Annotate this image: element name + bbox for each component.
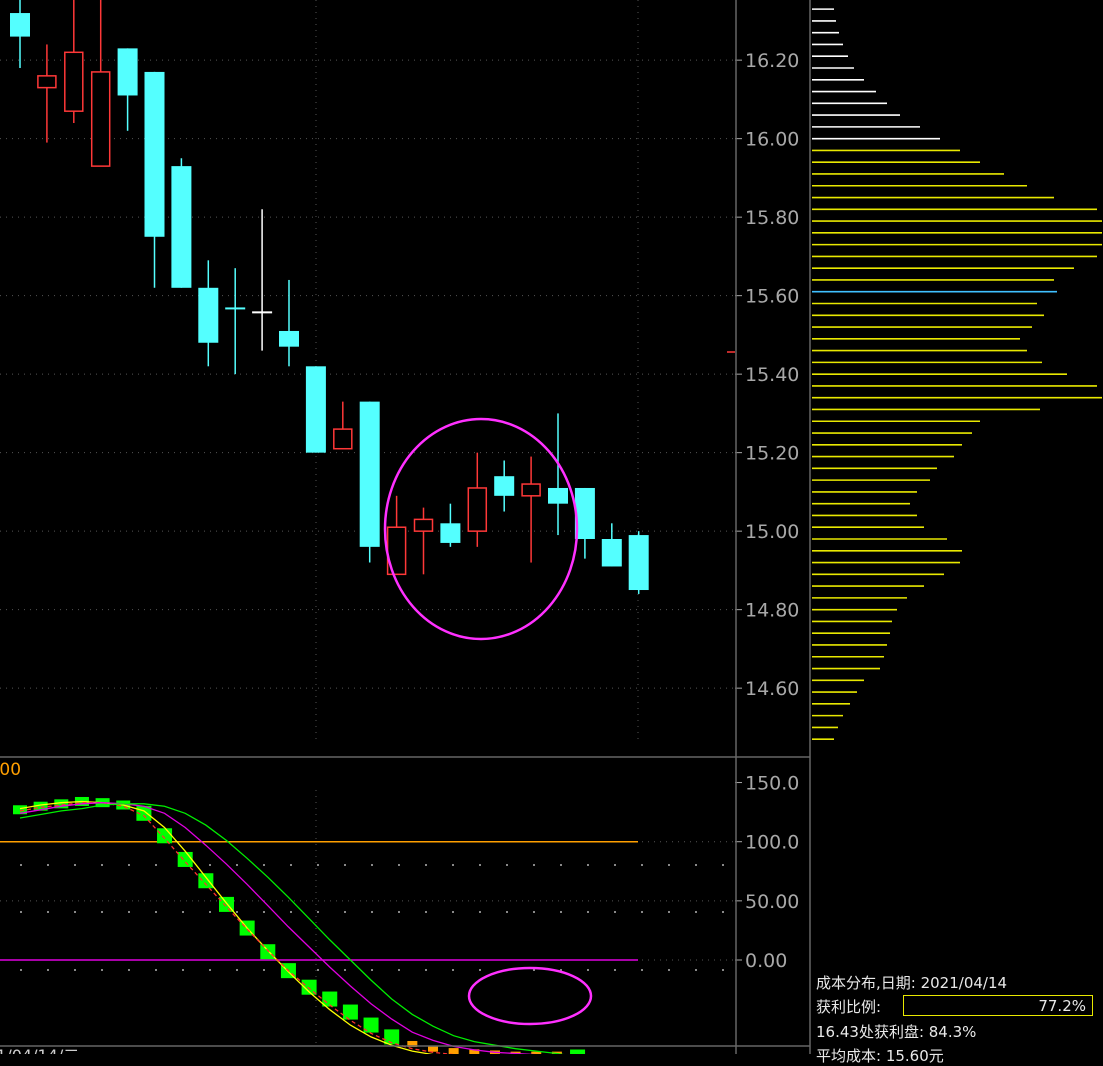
candle: [144, 71, 165, 288]
candle-body: [359, 401, 380, 547]
stock-chart-canvas: 16.20 16.00 15.80 15.60 15.40 15.20 15.00 14.80…: [0, 0, 1102, 1054]
indicator-histogram-bar: [198, 873, 214, 889]
candle: [252, 209, 273, 351]
candle: [359, 401, 380, 563]
annotation-circles: [383, 417, 593, 1026]
price-tick-label: 14.60: [745, 678, 799, 700]
candle: [467, 452, 488, 547]
indicator-series: [13, 796, 586, 1054]
bottom-date-label: 21/04/14/二: [0, 1046, 79, 1054]
profit-ratio-value: 77.2%: [1038, 997, 1086, 1015]
candle-body: [494, 476, 515, 496]
indicator-tick-label: 150.0: [745, 773, 799, 795]
candle: [10, 0, 30, 68]
candle: [628, 531, 649, 594]
price-tick-label: 15.00: [745, 521, 799, 543]
candle: [305, 366, 326, 453]
indicator-tick-label: 0.00: [745, 950, 787, 972]
candle-body: [252, 311, 273, 314]
price-tick-label: 16.20: [745, 50, 799, 72]
candle-body: [171, 166, 192, 288]
candle: [521, 456, 541, 563]
average-cost-text: 平均成本: 15.60元: [816, 1047, 944, 1065]
candle: [333, 401, 353, 450]
indicator-corner-value: .00: [0, 760, 21, 780]
candle-body: [601, 539, 622, 567]
candle: [64, 0, 84, 123]
candle-body: [90, 71, 111, 167]
highlight-circle-indicator: [467, 966, 593, 1026]
indicator-histogram-bar: [177, 851, 193, 867]
candle: [37, 44, 57, 143]
candle-body: [225, 307, 246, 310]
indicator-histogram-bar: [157, 828, 173, 844]
candle-body: [305, 366, 326, 453]
indicator-tick-label: 50.00: [745, 891, 799, 913]
candle: [198, 260, 219, 367]
indicator-histogram-bar: [570, 1049, 586, 1054]
candle-body: [548, 487, 568, 504]
price-tick-label: 16.00: [745, 129, 799, 151]
candle-body: [440, 523, 461, 543]
candle: [413, 507, 434, 575]
candle-body: [521, 483, 541, 497]
candle-body: [144, 71, 165, 237]
candle-body: [333, 428, 353, 450]
candle: [90, 0, 111, 167]
price-tick-label: 14.80: [745, 600, 799, 622]
indicator-line: [19, 800, 434, 1054]
price-axis: 16.20 16.00 15.80 15.60 15.40 15.20 15.00 14.80…: [735, 50, 799, 700]
candle-body: [64, 51, 84, 112]
price-tick-label: 15.80: [745, 207, 799, 229]
price-tick-label: 15.20: [745, 443, 799, 465]
indicator-tick-label: 100.0: [745, 832, 799, 854]
candle-body: [198, 287, 219, 343]
price-tick-label: 15.60: [745, 286, 799, 308]
candle: [440, 503, 461, 547]
candle-body: [37, 75, 57, 89]
candle: [171, 158, 192, 288]
indicator-axis: 150.0 100.0 50.00 0.00: [735, 773, 799, 972]
candle-body: [279, 330, 299, 347]
candle: [225, 268, 246, 375]
cost-distribution-title: 成本分布,日期: 2021/04/14: [816, 974, 1008, 992]
indicator-histogram-bar: [448, 1048, 459, 1054]
cost-distribution-bars: [812, 8, 1102, 740]
candle: [601, 523, 622, 567]
candle: [279, 279, 299, 367]
candlestick-series: [10, 0, 735, 594]
profit-ratio-box: 77.2%: [903, 995, 1093, 1016]
profit-line-text: 16.43处获利盘: 84.3%: [816, 1023, 977, 1041]
price-tick-label: 15.40: [745, 364, 799, 386]
candle: [117, 48, 138, 131]
candle-body: [117, 48, 138, 96]
candle-body: [413, 518, 434, 532]
indicator-histogram-bar: [342, 1004, 358, 1020]
profit-ratio-label: 获利比例:: [816, 998, 882, 1016]
indicator-histogram-bar: [260, 944, 276, 960]
candle-body: [467, 487, 488, 532]
candle: [494, 460, 515, 512]
candle-body: [10, 13, 30, 37]
indicator-grid: [0, 790, 735, 1045]
candle-body: [628, 535, 649, 591]
